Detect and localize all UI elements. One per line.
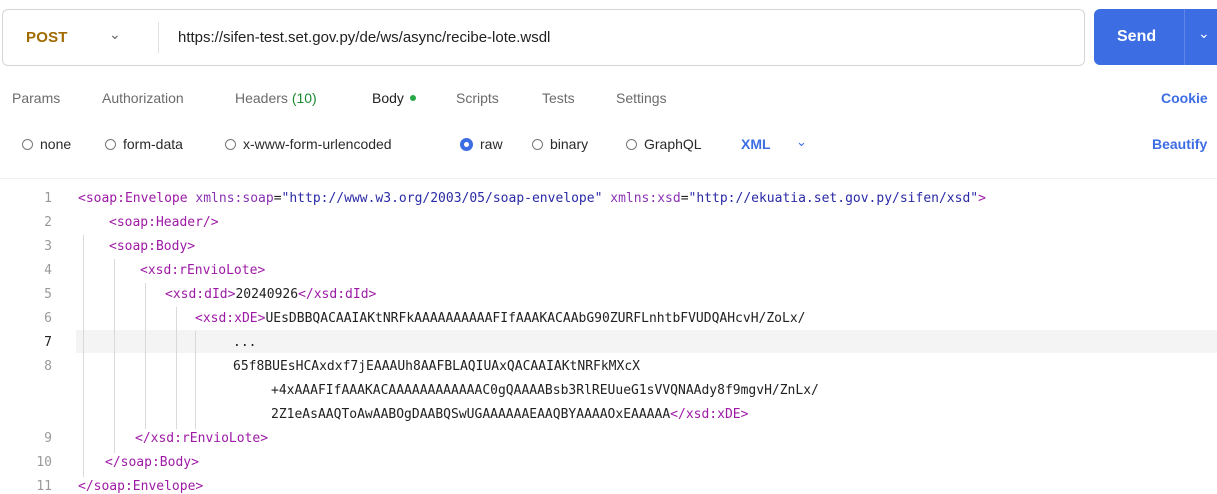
line-number: 9 <box>44 431 52 446</box>
send-options-chevron-icon[interactable]: ⌄ <box>1198 25 1210 42</box>
xml-attr: xmlns:soap <box>195 191 274 206</box>
radio-label: GraphQL <box>644 136 702 152</box>
xml-value: "http://ekuatia.set.gov.py/sifen/xsd" <box>688 191 979 206</box>
xml-text: 20240926 <box>235 287 299 302</box>
xml-tag: </xsd:xDE> <box>670 407 749 422</box>
radio-graphql[interactable]: GraphQL <box>626 136 702 152</box>
xml-eq: = <box>273 191 282 206</box>
code-line[interactable]: <xsd:dId>20240926</xsd:dId> <box>165 287 376 302</box>
tab-params[interactable]: Params <box>12 90 60 106</box>
chevron-down-icon[interactable]: ⌄ <box>109 26 121 43</box>
code-line[interactable]: </soap:Body> <box>105 455 199 470</box>
line-number: 3 <box>44 239 52 254</box>
body-active-dot-icon <box>409 95 416 102</box>
xml-text: 2Z1eAsAAQToAwAABOgDAABQSwUGAAAAAAEAAQBYA… <box>271 407 671 422</box>
tab-headers-label: Headers <box>235 90 288 106</box>
code-line-wrap[interactable]: +4xAAAFIfAAAKACAAAAAAAAAAAAC0gQAAAABsb3R… <box>271 383 819 398</box>
radio-none[interactable]: none <box>22 136 71 152</box>
xml-tag: <xsd:xDE> <box>195 311 266 326</box>
line-number: 6 <box>44 311 52 326</box>
line-number: 5 <box>44 287 52 302</box>
radio-circle-icon <box>532 138 543 150</box>
radio-label: binary <box>550 136 589 152</box>
divider <box>1184 9 1185 65</box>
divider <box>158 22 159 53</box>
radio-selected-icon <box>460 137 473 151</box>
headers-count-badge: (10) <box>291 90 317 106</box>
line-number: 10 <box>36 455 52 470</box>
send-button-label[interactable]: Send <box>1117 28 1156 46</box>
radio-form-data[interactable]: form-data <box>105 136 183 152</box>
radio-label: raw <box>480 136 503 152</box>
radio-label: form-data <box>123 136 183 152</box>
code-line[interactable]: 65f8BUEsHCAxdxf7jEAAAUh8AAFBLAQIUAxQACAA… <box>233 359 640 374</box>
xml-value: "http://www.w3.org/2003/05/soap-envelope… <box>281 191 603 206</box>
indent-guide <box>114 259 115 453</box>
xml-tag: > <box>978 191 986 206</box>
code-line[interactable]: <xsd:rEnvioLote> <box>140 263 265 278</box>
indent-guide <box>176 307 177 429</box>
line-number: 8 <box>44 359 52 374</box>
line-number: 4 <box>44 263 52 278</box>
radio-circle-icon <box>22 138 33 150</box>
radio-circle-icon <box>105 138 116 150</box>
xml-tag: </xsd:dId> <box>298 287 377 302</box>
url-input[interactable]: https://sifen-test.set.gov.py/de/ws/asyn… <box>178 29 550 46</box>
radio-binary[interactable]: binary <box>532 136 588 152</box>
method-select[interactable]: POST <box>26 29 68 46</box>
code-line[interactable]: </soap:Envelope> <box>78 479 203 494</box>
xml-text: UEsDBBQACAAIAKtNRFkAAAAAAAAAAFIfAAAKACAA… <box>265 311 806 326</box>
code-line[interactable]: <soap:Body> <box>109 239 195 254</box>
line-number: 11 <box>36 479 52 494</box>
tab-body[interactable]: Body <box>372 90 416 106</box>
code-line-wrap[interactable]: 2Z1eAsAAQToAwAABOgDAABQSwUGAAAAAAEAAQBYA… <box>271 407 748 422</box>
divider <box>0 178 1217 179</box>
line-number: 7 <box>44 335 52 350</box>
indent-guide <box>195 331 196 429</box>
chevron-down-icon[interactable]: ⌄ <box>796 134 807 150</box>
code-line[interactable]: </xsd:rEnvioLote> <box>135 431 268 446</box>
radio-label: none <box>40 136 72 152</box>
code-line[interactable]: <soap:Envelope xmlns:soap="http://www.w3… <box>78 191 986 206</box>
tab-headers[interactable]: Headers (10) <box>235 90 317 106</box>
tab-body-label: Body <box>372 90 404 106</box>
line-number: 1 <box>44 191 52 206</box>
tab-tests[interactable]: Tests <box>542 90 575 106</box>
code-line[interactable]: <xsd:xDE>UEsDBBQACAAIAKtNRFkAAAAAAAAAAFI… <box>195 311 806 326</box>
radio-circle-icon <box>225 138 236 150</box>
radio-label: x-www-form-urlencoded <box>243 136 392 152</box>
xml-attr: xmlns:xsd <box>602 191 681 206</box>
indent-guide <box>145 283 146 429</box>
beautify-link[interactable]: Beautify <box>1152 136 1207 152</box>
xml-tag: <xsd:dId> <box>165 287 236 302</box>
line-number: 2 <box>44 215 52 230</box>
xml-tag: <soap:Envelope <box>78 191 196 206</box>
tab-scripts[interactable]: Scripts <box>456 90 499 106</box>
radio-raw[interactable]: raw <box>460 136 503 152</box>
xml-eq: = <box>680 191 689 206</box>
code-line[interactable]: ... <box>233 335 256 350</box>
tab-authorization[interactable]: Authorization <box>102 90 184 106</box>
indent-guide <box>83 235 84 477</box>
format-select[interactable]: XML <box>741 136 771 152</box>
code-line[interactable]: <soap:Header/> <box>109 215 219 230</box>
radio-urlencoded[interactable]: x-www-form-urlencoded <box>225 136 392 152</box>
cookies-link[interactable]: Cookie <box>1161 90 1208 106</box>
radio-circle-icon <box>626 138 637 150</box>
tab-settings[interactable]: Settings <box>616 90 667 106</box>
